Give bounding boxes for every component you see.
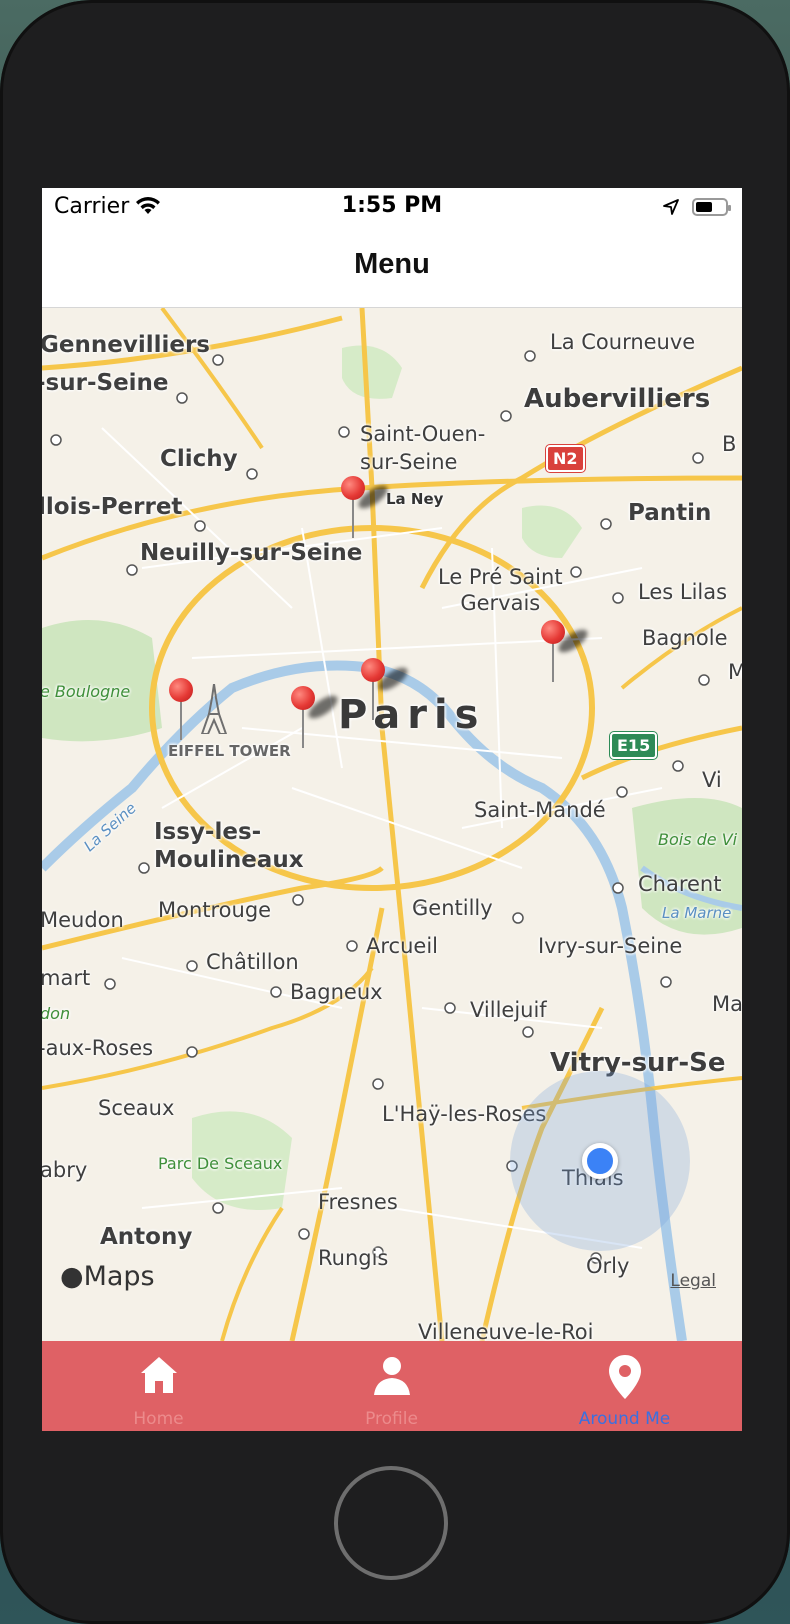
home-button[interactable] — [334, 1466, 448, 1580]
map-label-charenton: Charent — [638, 872, 722, 896]
map-view[interactable]: Gennevilliers -sur-Seine Clichy llois-Pe… — [42, 308, 742, 1341]
apple-icon: ● — [60, 1261, 84, 1292]
map-label-arcueil: Arcueil — [366, 934, 438, 958]
map-label-bagnolet: Bagnole — [642, 626, 728, 650]
map-label-clamart: mart — [42, 966, 91, 990]
map-label-villeneuve: Villeneuve-le-Roi — [418, 1320, 594, 1341]
navigation-bar: Menu — [42, 228, 742, 308]
map-label-neuilly: Neuilly-sur-Seine — [140, 540, 363, 566]
map-label-le-pre-saint-gervais: Le Pré Saint Gervais — [438, 565, 563, 615]
page-title: Menu — [354, 248, 430, 280]
location-pin-icon — [609, 1355, 641, 1399]
eiffel-tower-icon — [200, 684, 228, 734]
person-icon — [374, 1357, 410, 1395]
map-label-orly: Orly — [586, 1254, 630, 1278]
tab-home[interactable]: Home — [42, 1341, 275, 1431]
map-label-la-courneuve: La Courneuve — [550, 330, 696, 354]
map-pin[interactable] — [538, 620, 591, 690]
user-location-dot[interactable] — [582, 1143, 618, 1179]
map-label-vincennes: Vi — [702, 768, 722, 792]
map-label-maisons: Mai — [712, 992, 742, 1016]
map-label-fresnes: Fresnes — [318, 1190, 398, 1214]
map-label-les-lilas: Les Lilas — [638, 580, 728, 604]
apple-maps-logo: ●Maps — [60, 1261, 155, 1292]
map-label-don: don — [42, 1004, 71, 1023]
map-label-fontenay: -aux-Roses — [42, 1036, 154, 1060]
map-pin[interactable] — [166, 678, 196, 748]
map-label-clichy: Clichy — [160, 446, 238, 472]
map-label-antony: Antony — [100, 1224, 193, 1250]
app-screen: Carrier 1:55 PM Menu Gennevilliers -sur-… — [42, 188, 742, 1431]
maps-attribution: Maps — [83, 1261, 155, 1292]
map-label-saint-mande: Saint-Mandé — [474, 798, 606, 822]
map-label-bagneux: Bagneux — [290, 980, 383, 1004]
map-pin[interactable] — [338, 476, 391, 546]
map-label-levallois: llois-Perret — [42, 494, 183, 520]
tab-label: Home — [133, 1409, 184, 1429]
tab-label: Around Me — [578, 1409, 671, 1429]
map-label-sceaux: Sceaux — [98, 1096, 175, 1120]
map-label-parc-de-sceaux: Parc De Sceaux — [158, 1154, 283, 1173]
map-label-chatenay: abry — [42, 1158, 88, 1182]
battery-icon — [692, 198, 731, 216]
map-label-aubervilliers: Aubervilliers — [524, 384, 711, 414]
map-label-rungis: Rungis — [318, 1246, 389, 1270]
map-pin[interactable] — [358, 658, 411, 728]
road-badge-e15: E15 — [610, 732, 658, 759]
map-label-montrouge: Montrouge — [158, 898, 272, 922]
phone-frame: Carrier 1:55 PM Menu Gennevilliers -sur-… — [0, 0, 790, 1624]
location-services-icon — [663, 199, 679, 215]
road-badge-n2: N2 — [546, 445, 585, 472]
map-label-bois-de-boulogne: e Boulogne — [42, 682, 131, 701]
map-label-gentilly: Gentilly — [412, 896, 493, 920]
map-label-sur-seine: -sur-Seine — [42, 370, 169, 396]
status-bar: Carrier 1:55 PM — [42, 188, 742, 228]
map-label-la-marne: La Marne — [662, 904, 732, 922]
map-label-chatillon: Châtillon — [206, 950, 299, 974]
map-label-villejuif: Villejuif — [470, 998, 547, 1022]
tab-profile[interactable]: Profile — [275, 1341, 508, 1431]
tab-bar: Home Profile Around Me — [42, 1341, 742, 1431]
map-label-meudon: Meudon — [42, 908, 124, 932]
home-icon — [141, 1357, 177, 1393]
map-label-m-edge: M — [728, 660, 742, 684]
tab-label: Profile — [365, 1409, 418, 1429]
tab-around-me[interactable]: Around Me — [508, 1341, 741, 1431]
map-label-issy: Issy-les- Moulineaux — [154, 819, 304, 873]
map-label-pantin: Pantin — [628, 500, 712, 526]
map-label-bois-de-vincennes: Bois de Vi — [658, 830, 738, 849]
clock: 1:55 PM — [341, 193, 443, 218]
map-label-la-ney: La Ney — [386, 490, 444, 508]
map-pin[interactable] — [288, 686, 341, 756]
map-label-ivry: Ivry-sur-Seine — [538, 934, 683, 958]
map-label-saint-ouen: Saint-Ouen- sur-Seine — [360, 422, 486, 474]
legal-link[interactable]: Legal — [670, 1271, 716, 1291]
map-label-gennevilliers: Gennevilliers — [42, 332, 210, 358]
map-label-b-edge: B — [722, 432, 737, 456]
